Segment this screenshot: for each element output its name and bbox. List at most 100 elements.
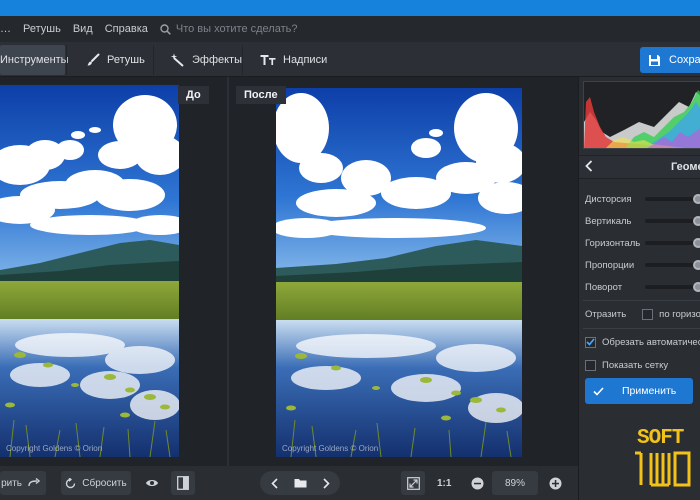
chevron-right-icon: [322, 477, 330, 489]
brush-icon: [86, 53, 100, 67]
flip-horizontal-checkbox[interactable]: [642, 308, 654, 320]
after-label: После: [236, 86, 286, 104]
slider-distortion-label: Дисторсия: [585, 193, 632, 205]
eye-icon: [146, 480, 158, 486]
floppy-disk-icon: [649, 54, 660, 66]
tab-text[interactable]: Надписи: [260, 45, 330, 75]
copyright-text: Copyright Goldens © Orion: [6, 444, 103, 453]
save-button-label: Сохран: [669, 54, 700, 66]
slider-horizontal: Горизонталь: [585, 236, 700, 250]
divider: [583, 328, 700, 329]
slider-proportions: Пропорции: [585, 258, 700, 272]
reset-icon: [66, 477, 76, 488]
slider-distortion: Дисторсия: [585, 192, 700, 206]
search-box[interactable]: [160, 23, 356, 35]
preview-toggle[interactable]: [139, 471, 165, 495]
tab-retouch[interactable]: Ретушь: [86, 45, 152, 75]
menu-item-file[interactable]: …: [0, 23, 11, 35]
app-window: … Ретушь Вид Справка Инструменты Ретушь …: [0, 0, 700, 500]
checkmark-icon: [586, 338, 595, 346]
flip-horizontal-label: по горизон: [659, 308, 700, 320]
slider-rotation: Поворот: [585, 280, 700, 294]
divider: [583, 300, 700, 301]
slider-vertical: Вертикаль: [585, 214, 700, 228]
geometry-header: Геоме: [579, 155, 700, 179]
slider-handle[interactable]: [693, 260, 700, 270]
search-icon: [160, 23, 171, 35]
file-nav-group: [260, 471, 340, 495]
zoom-level-field[interactable]: 89%: [492, 471, 538, 495]
redo-icon: [28, 478, 40, 487]
menu-item-retouch[interactable]: Ретушь: [23, 23, 61, 35]
text-icon: [260, 54, 276, 66]
slider-handle[interactable]: [693, 194, 700, 204]
magic-wand-icon: [170, 53, 185, 67]
slider-track[interactable]: [645, 263, 700, 267]
slider-rotation-label: Поворот: [585, 281, 623, 293]
tab-divider: [153, 45, 154, 75]
compare-icon: [177, 476, 189, 490]
checkmark-icon: [593, 386, 604, 396]
slider-track[interactable]: [645, 219, 700, 223]
soft10-logo: SOFT: [635, 423, 691, 494]
menu-bar: … Ретушь Вид Справка: [0, 16, 700, 42]
svg-text:SOFT: SOFT: [637, 427, 684, 450]
reset-button[interactable]: Сбросить: [61, 471, 131, 495]
compare-button[interactable]: [171, 471, 195, 495]
slider-horizontal-label: Горизонталь: [585, 237, 641, 249]
redo-button[interactable]: рить: [0, 471, 46, 495]
geometry-panel: Геоме Дисторсия Вертикаль Горизонталь Пр…: [578, 77, 700, 500]
crop-auto-label: Обрезать автоматическ: [602, 336, 700, 348]
slider-handle[interactable]: [693, 216, 700, 226]
after-photo: Copyright Goldens © Orion: [276, 88, 522, 457]
actual-size-button[interactable]: 1:1: [437, 471, 451, 495]
open-folder-button[interactable]: [294, 478, 307, 488]
show-grid-label: Показать сетку: [602, 359, 669, 371]
apply-button-label: Применить: [622, 385, 677, 397]
search-input[interactable]: [175, 23, 356, 35]
next-image-button[interactable]: [322, 477, 330, 489]
fit-screen-button[interactable]: [401, 471, 425, 495]
slider-proportions-label: Пропорции: [585, 259, 635, 271]
save-button[interactable]: Сохран: [640, 47, 700, 73]
show-grid-checkbox[interactable]: [585, 359, 596, 371]
flip-label: Отразить: [585, 308, 627, 320]
zoom-in-button[interactable]: [545, 471, 565, 495]
tab-tools-label: Инструменты: [0, 54, 69, 66]
title-bar: [0, 0, 700, 16]
chevron-left-icon: [270, 477, 278, 489]
apply-button[interactable]: Применить: [585, 378, 693, 404]
zoom-in-icon: [549, 477, 561, 489]
zoom-out-button[interactable]: [467, 471, 487, 495]
before-photo: Copyright Goldens © Orion: [0, 85, 179, 457]
slider-track[interactable]: [645, 285, 700, 289]
reset-button-label: Сбросить: [82, 477, 127, 489]
redo-button-label: рить: [1, 477, 22, 489]
tab-text-label: Надписи: [283, 54, 328, 66]
slider-handle[interactable]: [693, 238, 700, 248]
before-label: До: [178, 86, 209, 104]
previous-image-button[interactable]: [270, 477, 278, 489]
flip-row: Отразить по горизон: [585, 307, 700, 321]
show-grid-row: Показать сетку: [585, 358, 668, 372]
slider-vertical-label: Вертикаль: [585, 215, 632, 227]
fit-screen-icon: [406, 476, 420, 490]
panel-title: Геоме: [671, 161, 700, 173]
copyright-text: Copyright Goldens © Orion: [282, 444, 379, 453]
slider-track[interactable]: [645, 197, 700, 201]
tab-retouch-label: Ретушь: [107, 54, 145, 66]
bottom-toolbar: рить Сбросить 1:1 89%: [0, 466, 578, 500]
tab-tools[interactable]: Инструменты: [0, 45, 69, 75]
main-toolbar: Инструменты Ретушь Эффекты Надписи: [0, 42, 700, 77]
compare-divider: [227, 77, 229, 466]
menu-item-help[interactable]: Справка: [105, 23, 148, 35]
back-arrow-icon[interactable]: [585, 159, 593, 175]
menu-item-view[interactable]: Вид: [73, 23, 93, 35]
folder-icon: [294, 479, 306, 488]
tab-effects[interactable]: Эффекты: [170, 45, 242, 75]
tab-divider: [66, 45, 67, 75]
tab-effects-label: Эффекты: [192, 54, 243, 66]
slider-handle[interactable]: [693, 282, 700, 292]
crop-auto-checkbox[interactable]: [585, 336, 596, 348]
slider-track[interactable]: [645, 241, 700, 245]
